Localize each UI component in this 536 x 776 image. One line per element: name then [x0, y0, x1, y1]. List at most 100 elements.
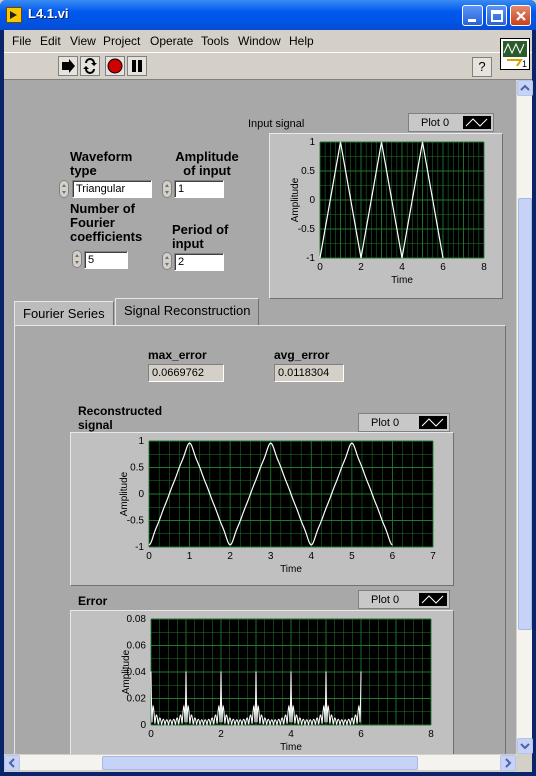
amplitude-label: Amplitude of input — [175, 149, 239, 178]
x-axis-label: Time — [280, 742, 302, 753]
maximize-icon — [491, 10, 503, 22]
scroll-right-button[interactable] — [500, 755, 516, 771]
x-tick-label: 5 — [349, 551, 355, 562]
y-axis-label: Amplitude — [290, 177, 301, 222]
x-tick-label: 8 — [481, 262, 487, 273]
client-area: File Edit View Project Operate Tools Win… — [4, 30, 533, 772]
menu-operate[interactable]: Operate — [150, 34, 193, 48]
scroll-down-button[interactable] — [517, 738, 533, 754]
maximize-button[interactable] — [486, 5, 507, 26]
error-graph-legend[interactable]: Plot 0 — [358, 590, 450, 609]
chevron-down-icon — [520, 743, 530, 750]
x-tick-label: 8 — [428, 729, 434, 740]
waveform-type-label: Waveform type — [70, 149, 133, 178]
num-coeffs-spinner[interactable] — [72, 250, 82, 268]
waveform-type-ring[interactable]: Triangular — [72, 180, 152, 198]
vi-icon-number: 1 — [521, 59, 527, 69]
labview-vi-icon — [6, 7, 22, 23]
x-tick-label: 6 — [440, 262, 446, 273]
amplitude-input[interactable]: 1 — [174, 180, 224, 198]
chevron-right-icon — [505, 758, 512, 768]
num-coeffs-label: Number of Fourier coefficients — [70, 201, 143, 244]
y-tick-label: 0 — [140, 720, 146, 731]
x-tick-label: 3 — [268, 551, 274, 562]
waveform-type-spinner[interactable] — [59, 180, 69, 198]
avg-error-indicator: 0.0118304 — [274, 364, 344, 382]
period-spinner[interactable] — [162, 252, 172, 270]
run-arrow-icon — [62, 59, 75, 73]
error-graph[interactable]: 0 2 4 6 8 0.08 0.06 0.04 0.02 0 Time Amplitude — [70, 610, 454, 754]
close-icon — [516, 11, 526, 21]
menu-window[interactable]: Window — [238, 34, 281, 48]
pause-button[interactable] — [127, 56, 147, 76]
scroll-left-button[interactable] — [4, 755, 20, 771]
x-tick-label: 2 — [218, 729, 224, 740]
y-tick-label: 0.08 — [127, 614, 147, 625]
period-input[interactable]: 2 — [174, 253, 224, 271]
num-coeffs-input[interactable]: 5 — [84, 251, 128, 269]
menu-edit[interactable]: Edit — [40, 34, 61, 48]
x-tick-label: 4 — [288, 729, 294, 740]
horizontal-scroll-thumb[interactable] — [102, 756, 418, 770]
window-title: L4.1.vi — [28, 6, 69, 21]
y-axis-label: Amplitude — [121, 649, 132, 694]
minimize-button[interactable] — [462, 5, 483, 26]
x-tick-label: 0 — [146, 551, 152, 562]
menu-project[interactable]: Project — [103, 34, 140, 48]
input-signal-plot: 0 2 4 6 8 1 0.5 0 -0.5 -1 Time Amplitude — [290, 137, 487, 286]
menu-help[interactable]: Help — [289, 34, 314, 48]
y-tick-label: 0.5 — [301, 166, 315, 177]
max-error-indicator: 0.0669762 — [148, 364, 224, 382]
input-graph-title: Input signal — [248, 118, 305, 130]
x-tick-label: 6 — [390, 551, 396, 562]
menu-view[interactable]: View — [70, 34, 96, 48]
menu-tools[interactable]: Tools — [201, 34, 229, 48]
run-continuously-button[interactable] — [80, 56, 100, 76]
tab-signal-reconstruction[interactable]: Signal Reconstruction — [115, 298, 260, 325]
app-window: L4.1.vi File Edit View Project Operate T… — [0, 0, 536, 776]
x-tick-label: 2 — [227, 551, 233, 562]
context-help-button[interactable]: ? — [472, 57, 492, 77]
input-signal-graph[interactable]: 0 2 4 6 8 1 0.5 0 -0.5 -1 Time Amplitude — [269, 133, 503, 299]
run-button[interactable] — [58, 56, 78, 76]
reconstructed-graph-title: Reconstructed signal — [78, 404, 163, 432]
avg-error-label: avg_error — [274, 348, 330, 362]
tab-fourier-series[interactable]: Fourier Series — [14, 301, 114, 325]
input-graph-legend[interactable]: Plot 0 — [408, 113, 494, 132]
y-tick-label: 0 — [138, 489, 144, 500]
error-plot: 0 2 4 6 80.080.060.040.020TimeAmplitude — [121, 614, 434, 753]
horizontal-scrollbar[interactable] — [4, 754, 516, 771]
vi-connector-icon[interactable]: 1 — [500, 38, 530, 70]
chevron-up-icon — [520, 84, 530, 91]
x-axis-label: Time — [280, 564, 302, 575]
menu-bar: File Edit View Project Operate Tools Win… — [4, 30, 532, 52]
pause-icon — [132, 60, 142, 72]
stop-icon — [107, 58, 123, 74]
period-label: Period of input — [172, 222, 229, 251]
x-tick-label: 2 — [358, 262, 364, 273]
minimize-icon — [468, 19, 476, 22]
x-tick-label: 4 — [399, 262, 405, 273]
vertical-scrollbar[interactable] — [516, 80, 533, 754]
title-bar: L4.1.vi — [0, 0, 536, 30]
x-tick-label: 1 — [187, 551, 193, 562]
reconstructed-graph-legend[interactable]: Plot 0 — [358, 413, 450, 432]
reconstructed-signal-graph[interactable]: 0 1 2 3 4 5 6 7 1 0.5 0 -0.5 -1 Time Amplitude — [70, 432, 454, 586]
x-tick-label: 0 — [317, 262, 323, 273]
toolbar: ? — [4, 52, 532, 80]
scrollbar-corner — [516, 754, 532, 770]
legend-line-swatch — [419, 416, 447, 429]
x-axis-label: Time — [391, 275, 413, 286]
scroll-up-button[interactable] — [517, 80, 533, 96]
y-tick-label: -0.5 — [298, 224, 316, 235]
abort-button[interactable] — [105, 56, 125, 76]
chevron-left-icon — [8, 758, 15, 768]
legend-line-swatch — [419, 593, 447, 606]
vertical-scroll-thumb[interactable] — [518, 198, 532, 630]
legend-label: Plot 0 — [421, 117, 450, 129]
menu-file[interactable]: File — [12, 34, 31, 48]
close-button[interactable] — [510, 5, 531, 26]
max-error-label: max_error — [148, 348, 207, 362]
amplitude-spinner[interactable] — [162, 180, 172, 198]
y-tick-label: 1 — [309, 137, 315, 148]
